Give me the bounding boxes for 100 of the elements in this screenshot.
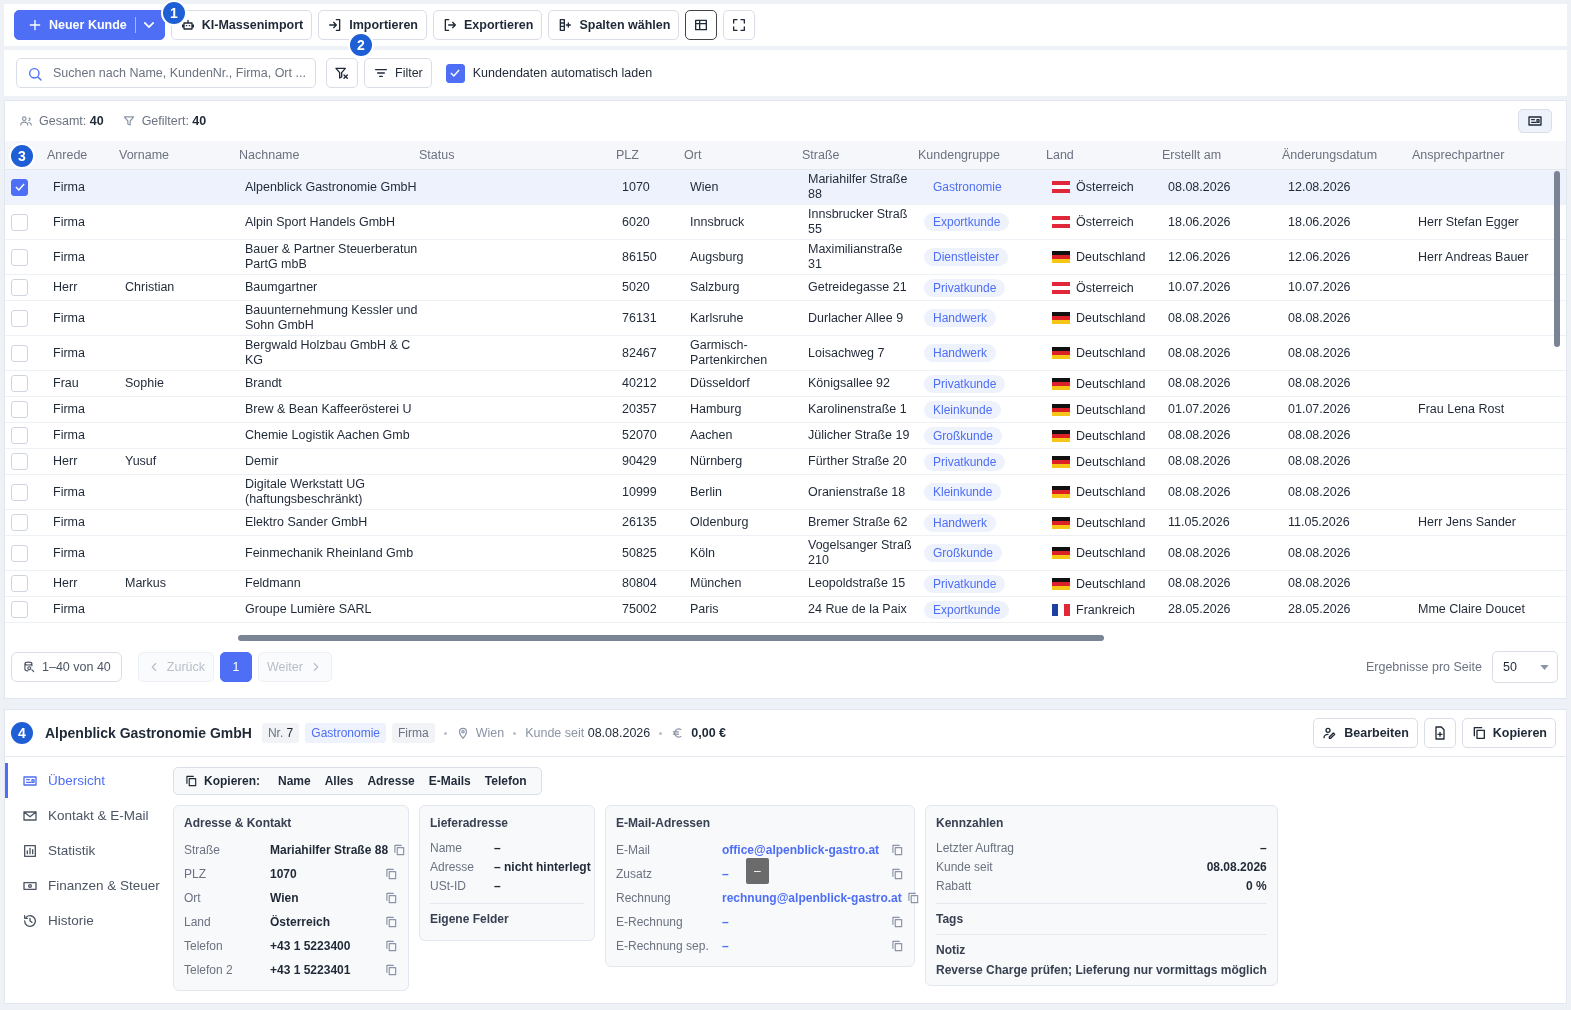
field-label: Rechnung: [616, 891, 672, 905]
table-cell: 76131: [622, 310, 657, 326]
table-cell: 18.06.2026: [1168, 214, 1231, 230]
copy-icon[interactable]: [890, 867, 904, 881]
table-cell: 52070: [622, 428, 657, 443]
copy-icon[interactable]: [384, 867, 398, 881]
copy-option[interactable]: E-Mails: [424, 774, 475, 788]
column-header[interactable]: Erstellt am: [1162, 148, 1222, 162]
page-button[interactable]: 1: [220, 652, 252, 682]
table-cell: Elektro Sander GmbH: [245, 515, 368, 530]
column-header[interactable]: Land: [1046, 148, 1074, 162]
table-cell: 18.06.2026: [1288, 214, 1351, 230]
copy-icon[interactable]: [890, 939, 904, 953]
column-header[interactable]: Anrede: [47, 148, 88, 162]
copy-option[interactable]: Alles: [320, 774, 358, 788]
table-cell: Hamburg: [690, 402, 742, 417]
filter-button[interactable]: Filter: [364, 58, 432, 88]
nav-item[interactable]: Übersicht: [5, 763, 165, 798]
copy-icon[interactable]: [890, 915, 904, 929]
table-cell: Firma: [53, 214, 85, 230]
checkbox[interactable]: [445, 63, 465, 83]
copy-icon[interactable]: [384, 939, 398, 953]
column-header[interactable]: Nachname: [239, 148, 300, 162]
per-page-select[interactable]: 50: [1492, 651, 1558, 683]
column-header[interactable]: PLZ: [616, 148, 639, 162]
column-header[interactable]: Änderungsdatum: [1282, 148, 1378, 162]
flag-icon: [1052, 516, 1070, 529]
table-cell: 08.08.2026: [1288, 576, 1351, 591]
new-document-button[interactable]: [1423, 718, 1456, 748]
field-value: –: [494, 878, 501, 893]
table-cell: Bergwald Holzbau GmbH & C KG: [245, 338, 411, 368]
copy-button[interactable]: Kopieren: [1461, 718, 1556, 748]
table-cell: Brew & Bean Kaffeerösterei U: [245, 402, 412, 417]
flag-icon: [1052, 486, 1070, 498]
toolbar-button[interactable]: Importieren: [318, 10, 427, 40]
table-cell: Vogelsanger Straß 210: [808, 538, 912, 568]
email-link[interactable]: office@alpenblick-gastro.at: [722, 843, 880, 857]
table-cell: 08.08.2026: [1288, 545, 1351, 561]
column-header[interactable]: Straße: [802, 148, 840, 162]
customer-number: Nr. 7: [261, 723, 300, 743]
table-cell: Deutschland: [1076, 402, 1146, 417]
table-cell: Mariahilfer Straße 88: [808, 172, 908, 202]
flag-icon: [1052, 429, 1070, 442]
copy-option[interactable]: Name: [274, 774, 315, 788]
table-cell: Deutschland: [1076, 250, 1146, 264]
copy-icon[interactable]: [384, 891, 398, 905]
field-value: –: [722, 939, 729, 953]
search-field[interactable]: Suchen nach Name, KundenNr., Firma, Ort ...: [16, 58, 316, 88]
table-cell: München: [690, 576, 742, 591]
fullscreen-button[interactable]: [723, 10, 756, 40]
table-cell: Salzburg: [690, 280, 740, 295]
group-tag: Handwerk: [924, 513, 997, 532]
flag-icon: [1052, 403, 1070, 416]
table-cell: Sophie: [125, 376, 164, 391]
horizontal-scrollbar[interactable]: [238, 635, 1104, 641]
nav-item[interactable]: Statistik: [5, 833, 165, 868]
email-link[interactable]: rechnung@alpenblick-gastro.at: [722, 891, 902, 905]
caret-icon: [143, 22, 154, 28]
table-cell: 08.08.2026: [1168, 345, 1231, 361]
table-cell: Getreidegasse 21: [808, 280, 907, 295]
nav-item[interactable]: Finanzen & Steuer: [5, 868, 165, 903]
copy-option[interactable]: Telefon: [480, 774, 531, 788]
edit-button[interactable]: Bearbeiten: [1313, 718, 1418, 748]
field-value: Österreich: [270, 915, 331, 929]
table-cell: Deutschland: [1076, 546, 1146, 560]
column-header[interactable]: Ansprechpartner: [1412, 148, 1505, 162]
nav-item[interactable]: Kontakt & E-Mail: [5, 798, 165, 833]
table-cell: Baumgartner: [245, 280, 318, 295]
checkbox[interactable]: [11, 178, 28, 196]
group-tag: Privatkunde: [924, 278, 1006, 297]
copy-icon[interactable]: [890, 843, 904, 857]
clear-filter-button[interactable]: [326, 58, 358, 88]
field-value: 08.08.2026: [1206, 859, 1267, 874]
toolbar-button[interactable]: Spalten wählen: [548, 10, 680, 40]
copy-icon[interactable]: [392, 843, 407, 857]
card-view-button[interactable]: [1518, 109, 1552, 133]
vertical-scrollbar[interactable]: [1554, 171, 1560, 347]
table-cell: Düsseldorf: [690, 376, 750, 391]
copy-icon[interactable]: [384, 963, 398, 977]
field-value: 0 %: [1246, 878, 1267, 893]
table-cell: Groupe Lumière SARL: [245, 602, 372, 617]
nav-item[interactable]: Historie: [5, 903, 165, 938]
table-cell: 01.07.2026: [1288, 402, 1351, 417]
field-label: Rabatt: [936, 878, 973, 893]
copy-option[interactable]: Adresse: [363, 774, 419, 788]
column-header[interactable]: Status: [419, 148, 455, 162]
table-cell: 10.07.2026: [1168, 280, 1231, 295]
group-tag: Privatkunde: [924, 374, 1006, 393]
copy-label: Kopieren:: [204, 774, 260, 788]
new-customer-button[interactable]: Neuer Kunde: [14, 10, 165, 40]
field-label: Zusatz: [616, 867, 653, 881]
customer-name: Alpenblick Gastronomie GmbH: [45, 725, 252, 741]
copy-icon[interactable]: [384, 915, 398, 929]
column-header[interactable]: Kundengruppe: [918, 148, 1001, 162]
funnel-icon: [121, 114, 136, 128]
toolbar-button[interactable]: Exportieren: [432, 10, 543, 40]
table-settings-button[interactable]: [685, 10, 718, 40]
column-header[interactable]: Ort: [684, 148, 702, 162]
copy-icon[interactable]: [905, 891, 920, 905]
column-header[interactable]: Vorname: [119, 148, 170, 162]
